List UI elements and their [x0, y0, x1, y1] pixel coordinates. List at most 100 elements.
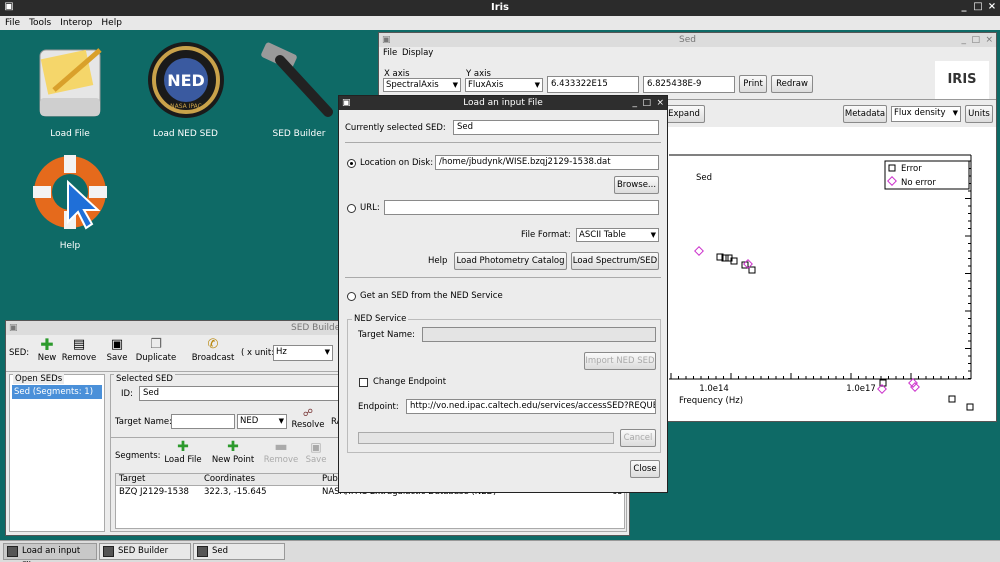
chevron-down-icon: ▼	[278, 417, 284, 425]
units-button[interactable]: Units	[965, 105, 993, 123]
plus-icon: ✚	[177, 439, 189, 455]
sed-builder-label: SED Builder	[272, 129, 326, 139]
resolve-button[interactable]: ☍ Resolve	[291, 408, 325, 430]
duplicate-button[interactable]: ❐ Duplicate	[134, 337, 178, 363]
endpoint-field[interactable]: http://vo.ned.ipac.caltech.edu/services/…	[406, 399, 656, 414]
desktop-icon-help[interactable]: Help	[25, 152, 115, 251]
menu-tools[interactable]: Tools	[29, 18, 51, 28]
expand-button[interactable]: Expand	[663, 105, 705, 123]
close-icon[interactable]: ×	[986, 1, 998, 13]
lifebuoy-icon	[33, 155, 107, 230]
maximize-icon[interactable]: □	[972, 1, 984, 13]
load-spectrum-button[interactable]: Load Spectrum/SED	[571, 252, 659, 270]
load-file-button[interactable]: ✚ Load File	[163, 439, 203, 466]
new-button[interactable]: ✚ New	[32, 337, 62, 364]
redraw-button[interactable]: Redraw	[771, 75, 813, 93]
url-radio[interactable]	[347, 204, 356, 213]
import-ned-button[interactable]: Import NED SED	[584, 352, 656, 370]
ned-radio[interactable]	[347, 292, 356, 301]
x-coord-field[interactable]: 6.433322E15	[547, 76, 639, 93]
flux-value: Flux density	[894, 108, 946, 118]
sed-menu-display[interactable]: Display	[402, 48, 433, 58]
x-tick-1e14: 1.0e14	[699, 384, 729, 394]
file-format-select[interactable]: ASCII Table ▼	[576, 228, 659, 242]
x-axis-title: Frequency (Hz)	[679, 396, 743, 406]
broadcast-button[interactable]: ✆ Broadcast	[190, 337, 236, 363]
y-axis-select[interactable]: FluxAxis ▼	[465, 78, 543, 92]
resolve-label: Resolve	[291, 420, 325, 430]
endpoint-label: Endpoint:	[358, 402, 399, 412]
remove-button[interactable]: ▤ Remove	[60, 337, 98, 363]
current-sed-field[interactable]: Sed	[453, 120, 659, 135]
load-photometry-button[interactable]: Load Photometry Catalog	[454, 252, 567, 270]
window-icon: ▣	[9, 323, 18, 333]
sed-window-titlebar: ▣ Sed _ □ ×	[379, 33, 996, 47]
change-endpoint-checkbox[interactable]	[359, 378, 368, 387]
col-target[interactable]: Target	[119, 474, 145, 484]
id-field[interactable]: Sed	[139, 386, 339, 401]
dialog-divider-1	[345, 142, 661, 143]
location-label: Location on Disk:	[360, 158, 434, 168]
selected-sed-label: Selected SED	[114, 374, 175, 384]
x-axis-select[interactable]: SpectralAxis ▼	[383, 78, 461, 92]
task-sed-builder[interactable]: SED Builder	[99, 543, 191, 560]
dialog-title: Load an input File	[463, 98, 543, 108]
menu-file[interactable]: File	[5, 18, 20, 28]
dialog-help-label[interactable]: Help	[428, 256, 447, 266]
print-button[interactable]: Print	[739, 75, 767, 93]
y-coord-field[interactable]: 6.825438E-9	[643, 76, 735, 93]
close-button[interactable]: Close	[630, 460, 660, 478]
target-name-field[interactable]	[422, 327, 656, 342]
url-field[interactable]	[384, 200, 659, 215]
menu-interop[interactable]: Interop	[60, 18, 92, 28]
col-coordinates[interactable]: Coordinates	[204, 474, 255, 484]
flux-select[interactable]: Flux density ▼	[891, 106, 961, 122]
load-file-seg-label: Load File	[164, 455, 202, 465]
segment-remove-button[interactable]: ▬ Remove	[261, 440, 301, 466]
plus-icon: ✚	[227, 439, 239, 455]
builder-target-field[interactable]	[171, 414, 235, 429]
chevron-down-icon: ▼	[952, 109, 958, 117]
desktop-icon-load-file[interactable]: Load File	[25, 40, 115, 139]
open-seds-label: Open SEDs	[13, 374, 65, 384]
maximize-icon[interactable]: □	[971, 33, 980, 47]
desktop-icon-load-ned-sed[interactable]: NED NASA IPAC Load NED SED	[138, 40, 233, 139]
segment-save-button[interactable]: ▣ Save	[301, 440, 331, 465]
location-field[interactable]: /home/jbudynk/WISE.bzqj2129-1538.dat	[435, 155, 659, 170]
sed-menu-file[interactable]: File	[383, 48, 397, 58]
task-sed[interactable]: Sed	[193, 543, 285, 560]
minimize-icon[interactable]: _	[958, 1, 970, 13]
current-sed-label: Currently selected SED:	[345, 123, 446, 133]
save-label: Save	[106, 353, 128, 363]
save-button[interactable]: ▣ Save	[102, 337, 132, 363]
cancel-button[interactable]: Cancel	[620, 429, 656, 447]
iris-logo: IRIS	[935, 61, 989, 99]
new-point-label: New Point	[211, 455, 255, 465]
metadata-button[interactable]: Metadata	[843, 105, 887, 123]
maximize-icon[interactable]: □	[642, 96, 651, 110]
browse-button[interactable]: Browse...	[614, 176, 659, 194]
x-unit-select[interactable]: Hz ▼	[273, 345, 333, 361]
minimize-icon[interactable]: _	[633, 96, 638, 110]
iris-titlebar: Iris ▣ _ □ ×	[0, 0, 1000, 16]
task-sed-label: Sed	[212, 546, 229, 556]
url-label: URL:	[360, 203, 380, 213]
close-icon[interactable]: ×	[985, 33, 993, 47]
menu-help[interactable]: Help	[101, 18, 122, 28]
open-sed-item[interactable]: Sed (Segments: 1)	[12, 385, 102, 399]
chevron-down-icon: ▼	[452, 81, 458, 89]
cell-coordinates: 322.3, -15.645	[204, 487, 267, 497]
window-icon	[197, 546, 208, 557]
close-icon[interactable]: ×	[656, 96, 664, 110]
new-point-button[interactable]: ✚ New Point	[209, 439, 257, 466]
dialog-titlebar: ▣ Load an input File _ □ ×	[339, 96, 667, 110]
desktop-icon-sed-builder[interactable]: SED Builder	[254, 40, 344, 139]
builder-sed-label: SED:	[9, 348, 30, 358]
location-radio[interactable]	[347, 159, 356, 168]
task-load-label: Load an input File	[22, 546, 81, 562]
load-file-dialog: ▣ Load an input File _ □ × Currently sel…	[338, 95, 668, 493]
task-load-input-file[interactable]: Load an input File	[3, 543, 97, 562]
minimize-icon[interactable]: _	[962, 33, 967, 47]
window-icon: ▣	[382, 35, 391, 45]
ned-select[interactable]: NED ▼	[237, 414, 287, 429]
